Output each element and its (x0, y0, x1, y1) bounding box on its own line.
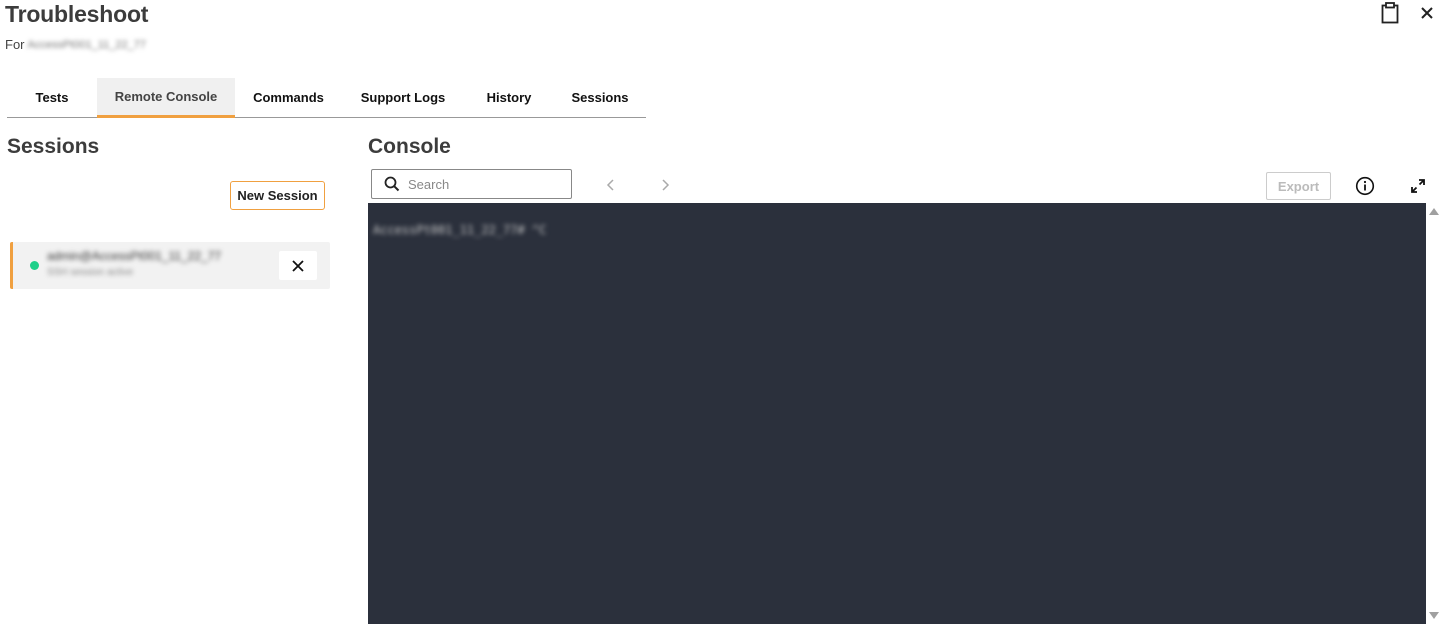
export-button[interactable]: Export (1266, 172, 1331, 200)
tab-sessions[interactable]: Sessions (554, 78, 646, 117)
chevron-right-icon[interactable] (655, 175, 675, 195)
new-session-button[interactable]: New Session (230, 181, 325, 210)
session-subtitle: SSH session active (47, 267, 134, 278)
close-icon (292, 259, 304, 272)
troubleshoot-dialog: Troubleshoot For AccessPt001_11_22_77 Te… (0, 0, 1443, 624)
status-indicator (30, 261, 39, 270)
session-list-item[interactable]: admin@AccessPt001_11_22_77 SSH session a… (10, 242, 330, 289)
tab-remote-console[interactable]: Remote Console (97, 78, 235, 118)
tab-tests[interactable]: Tests (7, 78, 97, 117)
search-icon (384, 176, 400, 192)
console-line: AccessPt001_11_22_77# ^C (373, 223, 547, 237)
console-output[interactable]: AccessPt001_11_22_77# ^C (368, 203, 1426, 624)
page-title: Troubleshoot (5, 1, 149, 27)
tab-support-logs[interactable]: Support Logs (342, 78, 464, 117)
scroll-up-arrow[interactable] (1429, 208, 1439, 215)
sessions-heading: Sessions (7, 135, 100, 158)
chevron-left-icon[interactable] (601, 175, 621, 195)
search-input[interactable] (406, 175, 566, 193)
search-field[interactable] (371, 169, 572, 199)
device-name: AccessPt001_11_22_77 (27, 38, 146, 51)
console-heading: Console (368, 135, 451, 158)
info-icon[interactable] (1354, 175, 1376, 197)
console-scrollbar[interactable] (1426, 203, 1443, 624)
scroll-down-arrow[interactable] (1429, 612, 1439, 619)
tab-bar: Tests Remote Console Commands Support Lo… (7, 78, 646, 118)
tab-history[interactable]: History (464, 78, 554, 117)
close-icon[interactable] (1414, 0, 1440, 26)
for-label: For (5, 37, 25, 52)
clipboard-icon[interactable] (1377, 0, 1403, 26)
tab-commands[interactable]: Commands (235, 78, 342, 117)
device-subtitle: For AccessPt001_11_22_77 (5, 37, 146, 52)
session-name: admin@AccessPt001_11_22_77 (47, 249, 222, 263)
close-session-button[interactable] (279, 251, 317, 280)
expand-icon[interactable] (1408, 176, 1428, 196)
